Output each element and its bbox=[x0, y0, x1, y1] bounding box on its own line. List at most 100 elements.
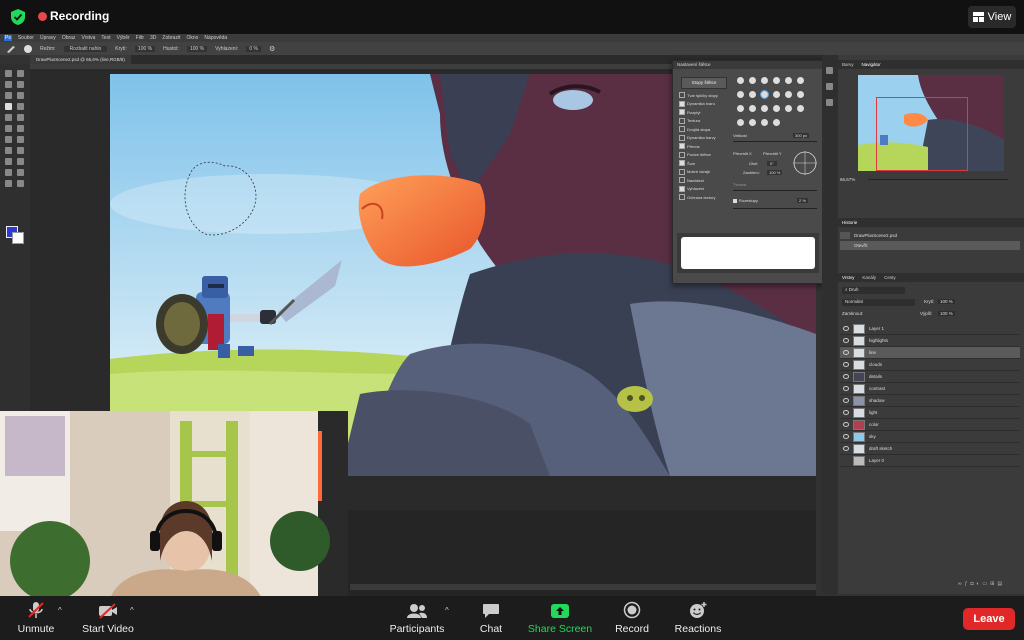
brush-tip[interactable] bbox=[773, 77, 780, 84]
eye-icon[interactable] bbox=[843, 374, 849, 379]
brush-tip[interactable] bbox=[761, 119, 768, 126]
angle-field[interactable]: 0° bbox=[767, 161, 777, 166]
brush-tip[interactable] bbox=[749, 91, 756, 98]
shape-tool-icon[interactable] bbox=[17, 158, 24, 165]
stamp-tool-icon[interactable] bbox=[5, 114, 12, 121]
folder-icon[interactable]: ▭ bbox=[982, 581, 990, 587]
brush-tip[interactable] bbox=[773, 119, 780, 126]
brush-tip[interactable] bbox=[773, 105, 780, 112]
option-checkbox[interactable] bbox=[679, 194, 685, 201]
brush-tip-selected[interactable] bbox=[760, 90, 769, 99]
crop-tool-icon[interactable] bbox=[5, 92, 12, 99]
menu-zobrazit[interactable]: Zobrazit bbox=[162, 35, 180, 41]
eye-icon[interactable] bbox=[843, 422, 849, 427]
option-checkbox[interactable] bbox=[679, 134, 685, 141]
menu-vyber[interactable]: Výběr bbox=[117, 35, 130, 41]
security-shield-icon[interactable] bbox=[10, 8, 26, 26]
layer-opacity-field[interactable]: 100 % bbox=[938, 299, 955, 304]
pencil-tool-icon[interactable] bbox=[17, 103, 24, 110]
layer-row[interactable]: draft sketch bbox=[840, 443, 1020, 455]
layer-row-selected[interactable]: line bbox=[840, 347, 1020, 359]
spacing-checkbox[interactable] bbox=[733, 199, 737, 203]
eye-icon[interactable] bbox=[843, 446, 849, 451]
eye-icon[interactable] bbox=[843, 326, 849, 331]
properties-panel-icon[interactable] bbox=[826, 83, 833, 90]
eye-icon[interactable] bbox=[843, 362, 849, 367]
brush-tip[interactable] bbox=[785, 91, 792, 98]
menu-napoveda[interactable]: Nápověda bbox=[204, 35, 227, 41]
blur-tool-icon[interactable] bbox=[5, 136, 12, 143]
brush-panel-title[interactable]: Nastavení štětce bbox=[673, 61, 823, 69]
eyedropper-tool-icon[interactable] bbox=[17, 92, 24, 99]
roundness-field[interactable]: 100 % bbox=[767, 170, 783, 175]
flip-y-checkbox[interactable]: Převrátit Y bbox=[763, 151, 782, 156]
webcam-video[interactable] bbox=[0, 411, 348, 599]
menu-obraz[interactable]: Obraz bbox=[62, 35, 76, 41]
layer-row[interactable]: color bbox=[840, 419, 1020, 431]
brush-tip[interactable] bbox=[761, 77, 768, 84]
horizontal-scrollbar[interactable] bbox=[350, 584, 816, 590]
layer-row[interactable]: clouds bbox=[840, 359, 1020, 371]
layer-row[interactable]: light bbox=[840, 407, 1020, 419]
brush-option[interactable]: Ochrana textury bbox=[679, 193, 735, 202]
brush-option[interactable]: Dvojitá stopa bbox=[679, 125, 735, 134]
tab-paths[interactable]: Cesty bbox=[884, 275, 896, 280]
menu-filtr[interactable]: Filtr bbox=[136, 35, 144, 41]
path-select-tool-icon[interactable] bbox=[5, 158, 12, 165]
brush-tip[interactable] bbox=[761, 105, 768, 112]
brush-tool-icon[interactable] bbox=[6, 45, 16, 53]
brush-tip[interactable] bbox=[749, 77, 756, 84]
pen-tool-icon[interactable] bbox=[5, 147, 12, 154]
chat-button[interactable]: Chat bbox=[476, 596, 506, 640]
brush-option[interactable]: Tvar špičky stopy bbox=[679, 91, 735, 100]
flow-field[interactable]: 100 % bbox=[186, 45, 208, 52]
spacing-field[interactable]: 2 % bbox=[797, 198, 808, 203]
option-checkbox[interactable] bbox=[679, 100, 685, 107]
brush-panel-icon[interactable] bbox=[826, 67, 833, 74]
move-tool-icon[interactable] bbox=[5, 70, 12, 77]
leave-button[interactable]: Leave bbox=[963, 608, 1015, 630]
brush-option[interactable]: Dynamika tvaru bbox=[679, 100, 735, 109]
tab-channels[interactable]: Kanály bbox=[862, 275, 876, 280]
unmute-button[interactable]: Unmute bbox=[14, 596, 58, 640]
brush-option[interactable]: Vyhlazení bbox=[679, 185, 735, 194]
option-checkbox[interactable] bbox=[679, 92, 685, 99]
brush-tip[interactable] bbox=[773, 91, 780, 98]
share-screen-button[interactable]: Share Screen bbox=[528, 596, 592, 640]
layer-row[interactable]: sky bbox=[840, 431, 1020, 443]
layer-fill-field[interactable]: 100 % bbox=[938, 311, 955, 316]
history-brush-tool-icon[interactable] bbox=[17, 114, 24, 121]
layer-row[interactable]: contrast bbox=[840, 383, 1020, 395]
participants-button[interactable]: Participants bbox=[388, 596, 446, 640]
eraser-tool-icon[interactable] bbox=[5, 125, 12, 132]
layer-row[interactable]: details bbox=[840, 371, 1020, 383]
blend-mode-select[interactable]: Normální bbox=[842, 299, 915, 306]
tab-navigator[interactable]: Navigátor bbox=[862, 62, 881, 67]
brush-option[interactable]: Dynamika barvy bbox=[679, 134, 735, 143]
option-checkbox[interactable] bbox=[679, 160, 685, 167]
brush-option[interactable]: Rozptyl bbox=[679, 108, 735, 117]
brush-tip[interactable] bbox=[749, 119, 756, 126]
option-checkbox[interactable] bbox=[679, 185, 685, 192]
more-tools-icon[interactable] bbox=[17, 180, 24, 187]
menu-soubor[interactable]: Soubor bbox=[18, 35, 34, 41]
brush-option[interactable]: Pozice štětce bbox=[679, 151, 735, 160]
tab-history[interactable]: Historie bbox=[842, 220, 857, 225]
tab-colors[interactable]: Barvy bbox=[842, 62, 854, 67]
layer-row[interactable]: shadow bbox=[840, 395, 1020, 407]
brush-tip[interactable] bbox=[797, 77, 804, 84]
gradient-tool-icon[interactable] bbox=[17, 125, 24, 132]
spacing-slider[interactable] bbox=[733, 208, 817, 209]
brush-tip[interactable] bbox=[797, 105, 804, 112]
brush-option[interactable]: Šum bbox=[679, 159, 735, 168]
brush-tip[interactable] bbox=[749, 105, 756, 112]
view-button[interactable]: View bbox=[968, 6, 1016, 28]
brush-size-preview[interactable] bbox=[24, 44, 32, 53]
option-checkbox[interactable] bbox=[679, 168, 685, 175]
reactions-button[interactable]: Reactions bbox=[674, 596, 722, 640]
brush-tip[interactable] bbox=[797, 91, 804, 98]
brush-option[interactable]: Textura bbox=[679, 117, 735, 126]
layer-row[interactable]: Layer 1 bbox=[840, 323, 1020, 335]
document-tab[interactable]: DrawPlusScene2.psd @ 66,6% (line,RGB/8) bbox=[30, 55, 131, 64]
eye-icon[interactable] bbox=[843, 350, 849, 355]
